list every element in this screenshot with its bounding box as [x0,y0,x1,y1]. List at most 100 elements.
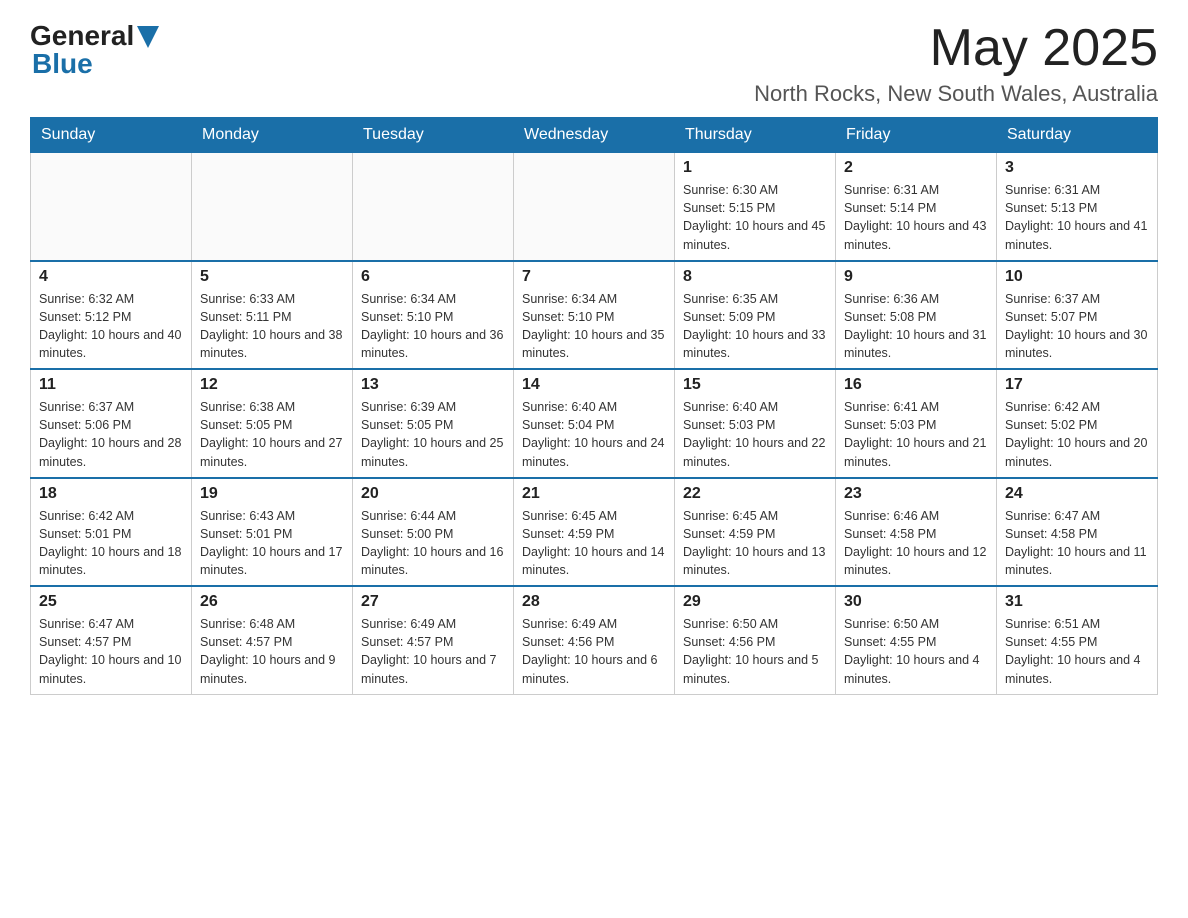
calendar-cell: 5 Sunrise: 6:33 AM Sunset: 5:11 PM Daylig… [192,261,353,370]
day-number: 22 [683,485,827,503]
title-block: May 2025 North Rocks, New South Wales, A… [754,20,1158,107]
calendar-day-header: Monday [192,118,353,153]
calendar-cell: 4 Sunrise: 6:32 AM Sunset: 5:12 PM Daylig… [31,261,192,370]
calendar-cell: 25 Sunrise: 6:47 AM Sunset: 4:57 PM Dayli… [31,586,192,694]
logo-blue-text: Blue [32,48,93,80]
day-info: Sunrise: 6:37 AM Sunset: 5:06 PM Dayligh… [39,398,183,471]
calendar-cell: 28Sunrise: 6:49 AM Sunset: 4:56 PM Dayli… [514,586,675,694]
day-info: Sunrise: 6:41 AM Sunset: 5:03 PM Dayligh… [844,398,988,471]
calendar-cell: 8 Sunrise: 6:35 AM Sunset: 5:09 PM Daylig… [675,261,836,370]
day-info: Sunrise: 6:42 AM Sunset: 5:02 PM Dayligh… [1005,398,1149,471]
day-info: Sunrise: 6:50 AM Sunset: 4:56 PM Dayligh… [683,615,827,688]
calendar-day-header: Wednesday [514,118,675,153]
calendar-cell: 16Sunrise: 6:41 AM Sunset: 5:03 PM Dayli… [836,369,997,478]
calendar-cell: 19 Sunrise: 6:43 AM Sunset: 5:01 PM Dayli… [192,478,353,587]
day-info: Sunrise: 6:39 AM Sunset: 5:05 PM Dayligh… [361,398,505,471]
day-number: 5 [200,268,344,286]
calendar-cell: 21 Sunrise: 6:45 AM Sunset: 4:59 PM Dayli… [514,478,675,587]
day-info: Sunrise: 6:38 AM Sunset: 5:05 PM Dayligh… [200,398,344,471]
calendar-cell: 30Sunrise: 6:50 AM Sunset: 4:55 PM Dayli… [836,586,997,694]
calendar-day-header: Thursday [675,118,836,153]
calendar-cell: 18 Sunrise: 6:42 AM Sunset: 5:01 PM Dayli… [31,478,192,587]
day-number: 23 [844,485,988,503]
day-info: Sunrise: 6:48 AM Sunset: 4:57 PM Dayligh… [200,615,344,688]
day-number: 28 [522,593,666,611]
calendar-week-row: 4 Sunrise: 6:32 AM Sunset: 5:12 PM Daylig… [31,261,1158,370]
calendar-header-row: SundayMondayTuesdayWednesdayThursdayFrid… [31,118,1158,153]
calendar-cell: 11 Sunrise: 6:37 AM Sunset: 5:06 PM Dayli… [31,369,192,478]
calendar-week-row: 1 Sunrise: 6:30 AM Sunset: 5:15 PM Daylig… [31,153,1158,261]
calendar-cell: 29Sunrise: 6:50 AM Sunset: 4:56 PM Dayli… [675,586,836,694]
day-info: Sunrise: 6:31 AM Sunset: 5:14 PM Dayligh… [844,181,988,254]
day-number: 6 [361,268,505,286]
calendar-week-row: 11 Sunrise: 6:37 AM Sunset: 5:06 PM Dayli… [31,369,1158,478]
calendar-cell: 6 Sunrise: 6:34 AM Sunset: 5:10 PM Daylig… [353,261,514,370]
calendar-cell: 12 Sunrise: 6:38 AM Sunset: 5:05 PM Dayli… [192,369,353,478]
day-info: Sunrise: 6:43 AM Sunset: 5:01 PM Dayligh… [200,507,344,580]
calendar-cell: 24 Sunrise: 6:47 AM Sunset: 4:58 PM Dayli… [997,478,1158,587]
page-header: General Blue May 2025 North Rocks, New S… [30,20,1158,107]
day-number: 25 [39,593,183,611]
day-number: 13 [361,376,505,394]
day-info: Sunrise: 6:45 AM Sunset: 4:59 PM Dayligh… [522,507,666,580]
day-info: Sunrise: 6:51 AM Sunset: 4:55 PM Dayligh… [1005,615,1149,688]
calendar-cell: 14 Sunrise: 6:40 AM Sunset: 5:04 PM Dayli… [514,369,675,478]
day-info: Sunrise: 6:37 AM Sunset: 5:07 PM Dayligh… [1005,290,1149,363]
day-info: Sunrise: 6:47 AM Sunset: 4:57 PM Dayligh… [39,615,183,688]
day-info: Sunrise: 6:36 AM Sunset: 5:08 PM Dayligh… [844,290,988,363]
day-number: 20 [361,485,505,503]
calendar-cell: 27 Sunrise: 6:49 AM Sunset: 4:57 PM Dayli… [353,586,514,694]
calendar-cell: 7Sunrise: 6:34 AM Sunset: 5:10 PM Daylig… [514,261,675,370]
calendar-week-row: 25 Sunrise: 6:47 AM Sunset: 4:57 PM Dayli… [31,586,1158,694]
calendar-week-row: 18 Sunrise: 6:42 AM Sunset: 5:01 PM Dayli… [31,478,1158,587]
day-info: Sunrise: 6:34 AM Sunset: 5:10 PM Dayligh… [361,290,505,363]
day-info: Sunrise: 6:47 AM Sunset: 4:58 PM Dayligh… [1005,507,1149,580]
day-number: 19 [200,485,344,503]
month-year-title: May 2025 [754,20,1158,77]
calendar-cell: 13 Sunrise: 6:39 AM Sunset: 5:05 PM Dayli… [353,369,514,478]
day-number: 21 [522,485,666,503]
calendar-cell: 9Sunrise: 6:36 AM Sunset: 5:08 PM Daylig… [836,261,997,370]
calendar-cell: 26Sunrise: 6:48 AM Sunset: 4:57 PM Dayli… [192,586,353,694]
calendar-table: SundayMondayTuesdayWednesdayThursdayFrid… [30,117,1158,695]
calendar-cell: 20Sunrise: 6:44 AM Sunset: 5:00 PM Dayli… [353,478,514,587]
day-info: Sunrise: 6:30 AM Sunset: 5:15 PM Dayligh… [683,181,827,254]
calendar-cell: 3Sunrise: 6:31 AM Sunset: 5:13 PM Daylig… [997,153,1158,261]
day-number: 12 [200,376,344,394]
day-number: 17 [1005,376,1149,394]
calendar-cell: 15Sunrise: 6:40 AM Sunset: 5:03 PM Dayli… [675,369,836,478]
calendar-cell: 31 Sunrise: 6:51 AM Sunset: 4:55 PM Dayli… [997,586,1158,694]
location-subtitle: North Rocks, New South Wales, Australia [754,81,1158,107]
calendar-cell [31,153,192,261]
calendar-cell: 17 Sunrise: 6:42 AM Sunset: 5:02 PM Dayli… [997,369,1158,478]
day-number: 31 [1005,593,1149,611]
day-info: Sunrise: 6:40 AM Sunset: 5:03 PM Dayligh… [683,398,827,471]
calendar-day-header: Tuesday [353,118,514,153]
day-info: Sunrise: 6:49 AM Sunset: 4:57 PM Dayligh… [361,615,505,688]
day-number: 18 [39,485,183,503]
calendar-cell: 10 Sunrise: 6:37 AM Sunset: 5:07 PM Dayli… [997,261,1158,370]
day-number: 8 [683,268,827,286]
logo: General Blue [30,20,159,80]
day-number: 1 [683,159,827,177]
day-number: 11 [39,376,183,394]
day-info: Sunrise: 6:42 AM Sunset: 5:01 PM Dayligh… [39,507,183,580]
day-info: Sunrise: 6:40 AM Sunset: 5:04 PM Dayligh… [522,398,666,471]
day-number: 30 [844,593,988,611]
day-number: 27 [361,593,505,611]
day-info: Sunrise: 6:31 AM Sunset: 5:13 PM Dayligh… [1005,181,1149,254]
calendar-cell: 22 Sunrise: 6:45 AM Sunset: 4:59 PM Dayli… [675,478,836,587]
day-number: 10 [1005,268,1149,286]
day-number: 14 [522,376,666,394]
day-info: Sunrise: 6:33 AM Sunset: 5:11 PM Dayligh… [200,290,344,363]
day-info: Sunrise: 6:32 AM Sunset: 5:12 PM Dayligh… [39,290,183,363]
calendar-cell [353,153,514,261]
day-info: Sunrise: 6:35 AM Sunset: 5:09 PM Dayligh… [683,290,827,363]
day-number: 24 [1005,485,1149,503]
calendar-cell: 23Sunrise: 6:46 AM Sunset: 4:58 PM Dayli… [836,478,997,587]
day-info: Sunrise: 6:45 AM Sunset: 4:59 PM Dayligh… [683,507,827,580]
calendar-cell: 2Sunrise: 6:31 AM Sunset: 5:14 PM Daylig… [836,153,997,261]
day-number: 4 [39,268,183,286]
calendar-cell [192,153,353,261]
calendar-cell [514,153,675,261]
